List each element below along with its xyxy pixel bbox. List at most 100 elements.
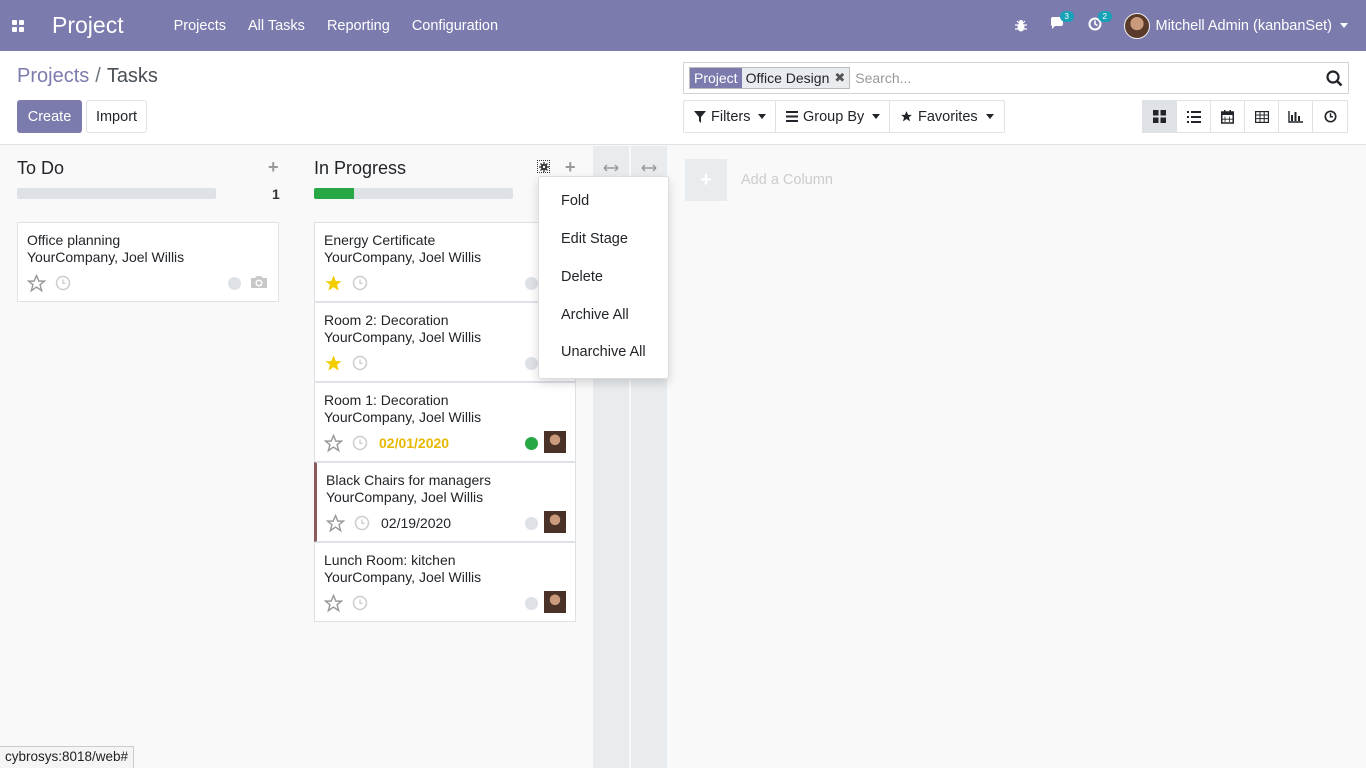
add-column-label[interactable]: Add a Column <box>741 172 833 188</box>
filters-button[interactable]: Filters <box>683 100 778 133</box>
import-button[interactable]: Import <box>86 100 147 133</box>
menu-item-edit-stage[interactable]: Edit Stage <box>561 231 628 247</box>
activity-clock-icon[interactable] <box>352 275 368 294</box>
kanban-board: To Do + 1 Office planning YourCompany, J… <box>0 146 1366 768</box>
progress-bar-todo[interactable] <box>17 188 216 199</box>
menu-item-unarchive-all[interactable]: Unarchive All <box>561 344 646 360</box>
activity-clock-icon[interactable] <box>352 355 368 374</box>
table-icon <box>1254 110 1269 123</box>
breadcrumb-projects[interactable]: Projects <box>17 65 89 87</box>
breadcrumb-separator: / <box>95 65 101 87</box>
add-task-in-progress-button[interactable]: + <box>565 157 576 178</box>
column-title-in-progress: In Progress <box>314 158 407 178</box>
add-column-button[interactable]: + <box>685 159 727 201</box>
star-filled-icon[interactable] <box>324 354 343 376</box>
filter-icon <box>694 110 706 123</box>
chevron-down-icon <box>985 114 994 119</box>
activity-clock-icon[interactable] <box>352 435 368 454</box>
search-bar: Project Office Design ✖ <box>683 62 1349 94</box>
status-dot[interactable] <box>525 357 538 370</box>
facet-category: Project <box>690 68 742 88</box>
search-icon[interactable] <box>1326 70 1343 90</box>
pivot-view-button[interactable] <box>1245 101 1279 132</box>
star-empty-icon[interactable] <box>323 593 344 616</box>
task-card[interactable]: Office planning YourCompany, Joel Willis <box>17 222 279 302</box>
menu-projects[interactable]: Projects <box>174 18 226 34</box>
assignee-avatar <box>544 591 566 613</box>
activity-clock-icon[interactable] <box>55 275 71 294</box>
activity-clock-icon[interactable] <box>354 515 370 534</box>
calendar-view-button[interactable] <box>1211 101 1245 132</box>
search-input[interactable] <box>855 70 1296 86</box>
task-card[interactable]: Black Chairs for managers YourCompany, J… <box>314 462 576 542</box>
menu-item-archive-all[interactable]: Archive All <box>561 307 629 323</box>
create-button[interactable]: Create <box>17 100 82 133</box>
chevron-down-icon <box>758 114 767 119</box>
status-url: cybrosys:8018/web# <box>0 746 135 768</box>
graph-view-button[interactable] <box>1279 101 1313 132</box>
star-empty-icon[interactable] <box>323 433 344 456</box>
status-dot[interactable] <box>525 517 538 530</box>
kanban-icon <box>1153 110 1166 123</box>
task-deadline: 02/01/2020 <box>379 435 450 451</box>
breadcrumb-tasks: Tasks <box>106 65 158 87</box>
task-subtitle: YourCompany, Joel Willis <box>324 409 482 425</box>
apps-menu-button[interactable] <box>0 0 36 51</box>
debug-bug-icon[interactable] <box>1014 19 1028 33</box>
bars-icon <box>786 111 798 122</box>
user-menu[interactable]: Mitchell Admin (kanbanSet) <box>1123 12 1348 39</box>
assignee-avatar <box>544 511 566 533</box>
task-card[interactable]: Lunch Room: kitchen YourCompany, Joel Wi… <box>314 542 576 622</box>
favorites-button[interactable]: Favorites <box>889 100 1005 133</box>
filters-label: Filters <box>711 108 751 125</box>
status-dot[interactable] <box>525 277 538 290</box>
task-subtitle: YourCompany, Joel Willis <box>324 569 482 585</box>
star-empty-icon[interactable] <box>325 513 346 536</box>
task-card[interactable]: Energy Certificate YourCompany, Joel Wil… <box>314 222 576 302</box>
status-dot[interactable] <box>525 597 538 610</box>
progress-bar-in-progress[interactable] <box>314 188 513 199</box>
task-card[interactable]: Room 2: Decoration YourCompany, Joel Wil… <box>314 302 576 382</box>
status-dot[interactable] <box>228 277 241 290</box>
column-title-todo: To Do <box>17 158 65 178</box>
task-title: Room 2: Decoration <box>324 312 449 328</box>
group-by-button[interactable]: Group By <box>775 100 892 133</box>
kanban-view-button[interactable] <box>1143 101 1177 132</box>
list-view-button[interactable] <box>1177 101 1211 132</box>
menu-all-tasks[interactable]: All Tasks <box>248 18 305 34</box>
activity-view-button[interactable] <box>1313 101 1347 132</box>
user-avatar <box>1123 12 1150 39</box>
activity-clock-icon[interactable] <box>352 595 368 614</box>
menu-reporting[interactable]: Reporting <box>327 18 390 34</box>
progress-fill <box>314 188 354 199</box>
list-icon <box>1186 110 1201 123</box>
task-card[interactable]: Room 1: Decoration YourCompany, Joel Wil… <box>314 382 576 462</box>
star-empty-icon[interactable] <box>26 273 47 296</box>
menu-configuration[interactable]: Configuration <box>412 18 498 34</box>
column-settings-gear-icon[interactable] <box>537 160 550 173</box>
breadcrumb: Projects / Tasks <box>17 65 158 88</box>
messages-button[interactable]: 3 <box>1050 11 1074 34</box>
clock-icon <box>1323 110 1337 123</box>
favorites-label: Favorites <box>918 108 978 125</box>
task-title: Lunch Room: kitchen <box>324 552 456 568</box>
remove-facet-icon[interactable]: ✖ <box>834 70 845 86</box>
task-deadline: 02/19/2020 <box>381 515 452 531</box>
calendar-icon <box>1221 109 1234 124</box>
app-title: Project <box>52 12 124 38</box>
activities-button[interactable]: 2 <box>1088 11 1112 34</box>
search-facet: Project Office Design ✖ <box>689 67 851 89</box>
facet-value: Office Design <box>745 70 830 86</box>
assignee-avatar <box>544 431 566 453</box>
add-task-todo-button[interactable]: + <box>268 157 279 178</box>
column-count-todo: 1 <box>272 186 280 202</box>
star-filled-icon[interactable] <box>324 274 343 296</box>
camera-icon <box>249 274 269 293</box>
group-by-label: Group By <box>803 108 865 125</box>
star-icon <box>900 110 913 123</box>
menu-item-delete[interactable]: Delete <box>561 269 603 285</box>
view-switcher <box>1142 100 1348 133</box>
menu-item-fold[interactable]: Fold <box>561 193 589 209</box>
user-name: Mitchell Admin (kanbanSet) <box>1155 17 1333 34</box>
status-dot[interactable] <box>525 437 538 450</box>
